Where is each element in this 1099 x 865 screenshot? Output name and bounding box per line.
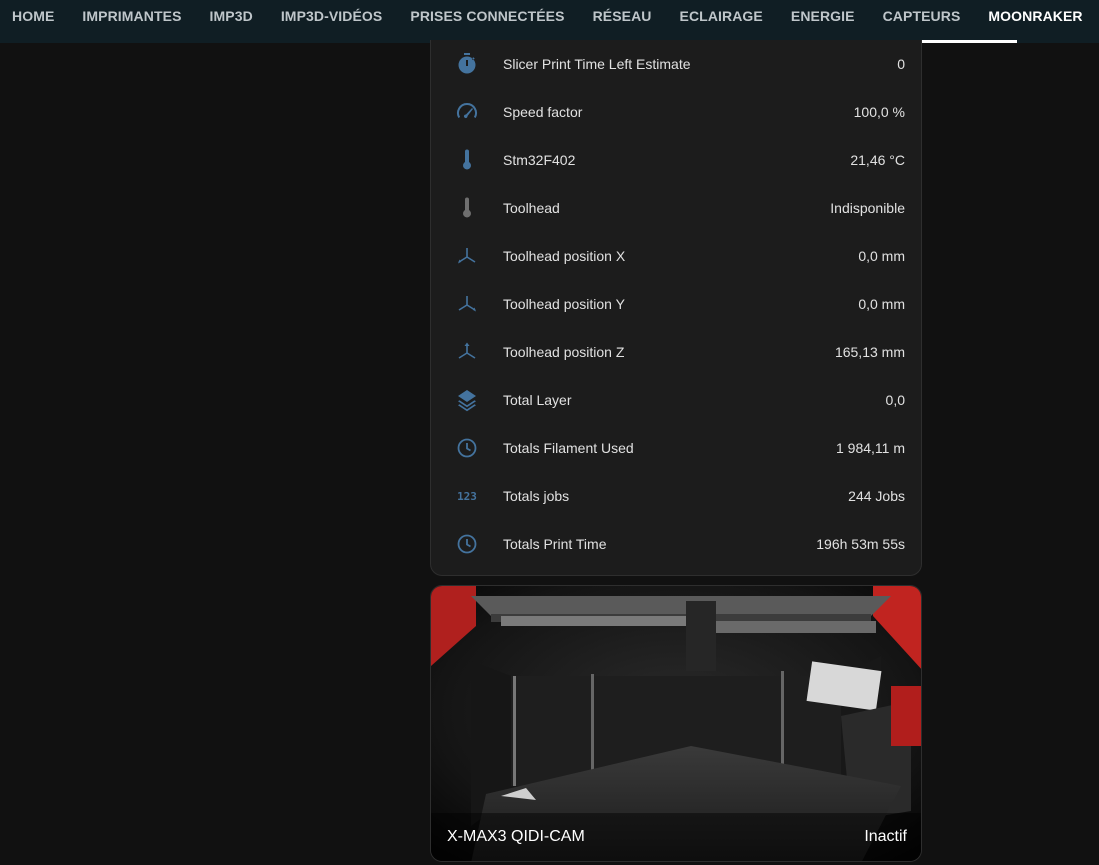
tab-imprimantes[interactable]: IMPRIMANTES xyxy=(68,0,195,37)
entity-row-stm32[interactable]: Stm32F402 21,46 °C xyxy=(431,136,921,184)
entity-row-toolhead[interactable]: Toolhead Indisponible xyxy=(431,184,921,232)
entity-value: 165,13 mm xyxy=(834,344,905,360)
entity-name: Totals jobs xyxy=(503,488,570,504)
entity-name: Totals Print Time xyxy=(503,536,607,552)
entity-row-filament-used[interactable]: Totals Filament Used 1 984,11 m xyxy=(431,424,921,472)
entity-name: Toolhead position Z xyxy=(503,344,625,360)
entity-row-slicer-time-left[interactable]: Slicer Print Time Left Estimate 0 xyxy=(431,40,921,88)
tab-energie[interactable]: ENERGIE xyxy=(777,0,869,37)
entity-value: 0,0 mm xyxy=(858,296,905,312)
entity-value: 21,46 °C xyxy=(850,152,905,168)
entity-name: Slicer Print Time Left Estimate xyxy=(503,56,691,72)
entity-value: 244 Jobs xyxy=(848,488,905,504)
entity-row-totals-jobs[interactable]: 123 Totals jobs 244 Jobs xyxy=(431,472,921,520)
axis-x-icon xyxy=(455,244,479,268)
entity-name: Toolhead position Y xyxy=(503,296,625,312)
camera-title: X-MAX3 QIDI-CAM xyxy=(447,828,585,845)
thermometer-icon xyxy=(455,148,479,172)
entity-value: 100,0 % xyxy=(853,104,905,120)
entity-value: 0,0 mm xyxy=(858,248,905,264)
entity-name: Stm32F402 xyxy=(503,152,576,168)
tab-home[interactable]: HOME xyxy=(0,0,68,37)
entity-name: Toolhead xyxy=(503,200,560,216)
camera-card[interactable]: X-MAX3 QIDI-CAM Inactif xyxy=(430,585,922,862)
tab-prises-connectees[interactable]: PRISES CONNECTÉES xyxy=(396,0,578,37)
numeric-icon: 123 xyxy=(457,489,477,503)
entities-card: Slicer Print Time Left Estimate 0 Speed … xyxy=(430,40,922,576)
entity-name: Speed factor xyxy=(503,104,583,120)
tab-moonraker[interactable]: MOONRAKER xyxy=(974,0,1096,37)
tab-capteurs[interactable]: CAPTEURS xyxy=(869,0,975,37)
entity-row-toolhead-x[interactable]: Toolhead position X 0,0 mm xyxy=(431,232,921,280)
entity-value: 1 984,11 m xyxy=(835,440,905,456)
entity-row-total-layer[interactable]: Total Layer 0,0 xyxy=(431,376,921,424)
entity-name: Toolhead position X xyxy=(503,248,626,264)
entity-value: 0 xyxy=(897,56,905,72)
entity-row-speed-factor[interactable]: Speed factor 100,0 % xyxy=(431,88,921,136)
axis-z-icon xyxy=(455,340,479,364)
camera-state: Inactif xyxy=(864,828,907,845)
entity-value: 0,0 xyxy=(885,392,905,408)
entity-name: Totals Filament Used xyxy=(503,440,634,456)
entity-row-toolhead-z[interactable]: Toolhead position Z 165,13 mm xyxy=(431,328,921,376)
active-tab-indicator xyxy=(908,40,1017,43)
layers-icon xyxy=(455,388,479,412)
entity-value: 196h 53m 55s xyxy=(816,536,905,552)
entity-row-toolhead-y[interactable]: Toolhead position Y 0,0 mm xyxy=(431,280,921,328)
timer-icon xyxy=(455,52,479,76)
tab-reseau[interactable]: RÉSEAU xyxy=(579,0,666,37)
speedometer-icon xyxy=(455,100,479,124)
clock-icon xyxy=(455,436,479,460)
clock-icon xyxy=(455,532,479,556)
tab-imp3d-videos[interactable]: IMP3D-VIDÉOS xyxy=(267,0,397,37)
entity-value: Indisponible xyxy=(830,200,905,216)
top-tab-bar: HOME IMPRIMANTES IMP3D IMP3D-VIDÉOS PRIS… xyxy=(0,0,1099,43)
axis-y-icon xyxy=(455,292,479,316)
entity-name: Total Layer xyxy=(503,392,572,408)
thermometer-icon xyxy=(455,196,479,220)
tab-eclairage[interactable]: ECLAIRAGE xyxy=(666,0,777,37)
entity-row-print-time[interactable]: Totals Print Time 196h 53m 55s xyxy=(431,520,921,568)
camera-caption-bar: X-MAX3 QIDI-CAM Inactif xyxy=(431,813,921,861)
tab-imp3d[interactable]: IMP3D xyxy=(196,0,267,37)
